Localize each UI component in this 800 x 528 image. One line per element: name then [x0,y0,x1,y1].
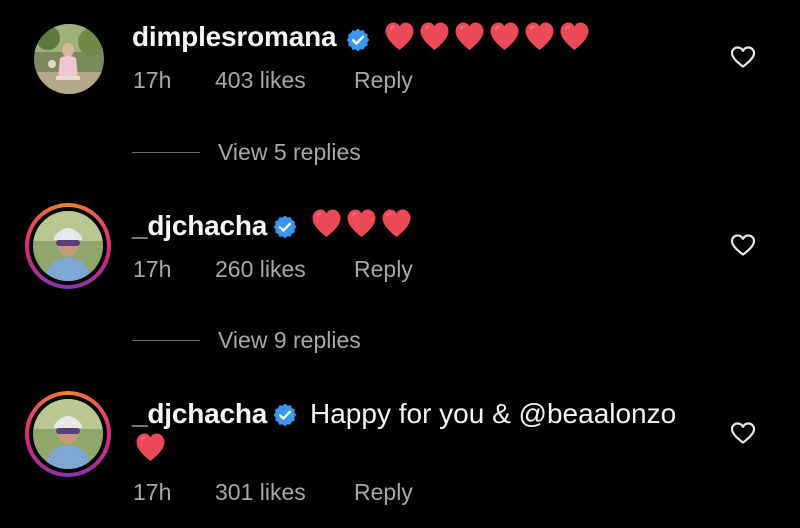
avatar[interactable] [34,24,104,94]
comment-username[interactable]: _djchacha [132,398,267,430]
comment-text: Happy for you & @beaalonzo [310,398,677,429]
red-heart-emoji-icon [525,22,554,50]
reply-button[interactable]: Reply [354,479,413,506]
comment-username[interactable]: dimplesromana [132,21,337,53]
red-heart-emoji-icon [382,209,411,237]
comment-timestamp: 17h [133,256,172,282]
comment-username[interactable]: _djchacha [132,210,267,242]
verified-badge-icon [273,403,297,427]
story-ring[interactable] [25,391,111,477]
heart-outline-icon[interactable] [730,421,756,445]
red-heart-emoji-icon [347,209,376,237]
avatar [33,399,103,469]
avatar [33,211,103,281]
comment-likes-count[interactable]: 301 likes [215,479,306,506]
red-heart-emoji-icon [385,22,414,50]
replies-divider [132,152,200,153]
comment-emoji [310,208,413,238]
red-heart-emoji-icon [560,22,589,50]
red-heart-emoji-icon [312,209,341,237]
verified-badge-icon [346,28,370,52]
comment-timestamp: 17h [133,67,172,93]
red-heart-emoji-icon [490,22,519,50]
view-replies-label: View 5 replies [218,139,361,165]
comment-likes-count[interactable]: 260 likes [215,256,306,283]
story-ring[interactable] [25,203,111,289]
heart-outline-icon[interactable] [730,45,756,69]
view-replies-button[interactable]: View 9 replies [132,327,361,354]
red-heart-emoji-icon [420,22,449,50]
reply-button[interactable]: Reply [354,67,413,94]
red-heart-emoji-icon [136,433,165,461]
reply-button[interactable]: Reply [354,256,413,283]
comment-emoji [383,21,591,51]
comment-timestamp: 17h [133,479,172,505]
heart-outline-icon[interactable] [730,233,756,257]
view-replies-button[interactable]: View 5 replies [132,139,361,166]
view-replies-label: View 9 replies [218,327,361,353]
comment-emoji [134,432,167,462]
red-heart-emoji-icon [455,22,484,50]
verified-badge-icon [273,215,297,239]
comment-likes-count[interactable]: 403 likes [215,67,306,94]
replies-divider [132,340,200,341]
